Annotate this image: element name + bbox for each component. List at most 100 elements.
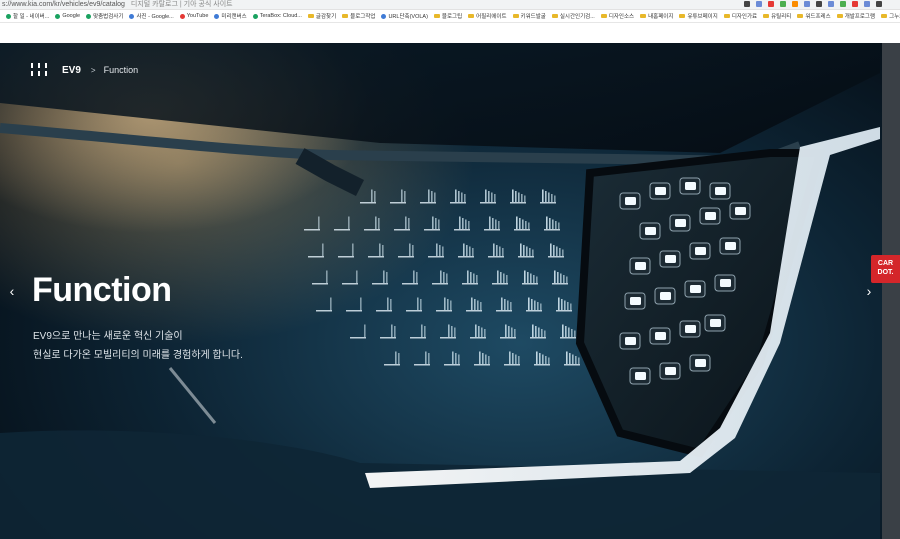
pixel-lamp-cell xyxy=(338,243,354,258)
extension-icon[interactable] xyxy=(804,1,810,7)
bookmark-item[interactable]: 유틸리티 xyxy=(763,12,791,20)
extension-icon[interactable] xyxy=(780,1,786,7)
bookmark-item[interactable]: 사진 - Google... xyxy=(129,12,174,20)
page-top-margin xyxy=(0,23,900,43)
bookmark-label: 개발프로그램 xyxy=(844,14,876,20)
pixel-lamp-cell xyxy=(436,297,452,312)
pixel-lamp-cell xyxy=(308,243,324,258)
folder-icon xyxy=(640,14,647,18)
hero-description: EV9으로 만나는 새로운 혁신 기술이 현실로 다가온 모빌리티의 미래를 경… xyxy=(33,327,243,365)
folder-icon xyxy=(797,14,804,18)
pixel-lamp-cell xyxy=(510,189,526,204)
bookmark-label: 어필리에이트 xyxy=(476,14,507,20)
extension-icon[interactable] xyxy=(876,1,882,7)
menu-grid-icon[interactable] xyxy=(30,63,48,77)
bookmark-label: 키워드발굴 xyxy=(520,14,546,20)
extension-icon[interactable] xyxy=(828,1,834,7)
url-value: s://www.kia.com/kr/vehicles/ev9/catalog xyxy=(2,1,125,8)
bookmark-item[interactable]: 디자인가료 xyxy=(723,12,757,20)
bookmark-item[interactable]: 맞춤법검사기 xyxy=(86,12,123,20)
bookmark-item[interactable]: 유튜브페이지 xyxy=(679,12,718,20)
bookmark-item[interactable]: 그누보드 xyxy=(881,12,900,20)
bookmark-label: 맞춤법검사기 xyxy=(93,14,124,20)
folder-icon xyxy=(512,14,519,18)
led-module xyxy=(714,274,736,292)
next-slide-arrow-icon[interactable]: › xyxy=(862,284,876,298)
pixel-lamp-cell xyxy=(394,216,410,231)
extension-icon[interactable] xyxy=(816,1,822,7)
pixel-lamp-cell xyxy=(414,351,430,366)
pixel-lamp-cell xyxy=(556,297,572,312)
bookmark-item[interactable]: URL단축(VOLA) xyxy=(381,12,428,20)
pixel-lamp-cell xyxy=(350,324,366,339)
extension-icon[interactable] xyxy=(852,1,858,7)
pixel-lamp-cell xyxy=(390,189,406,204)
led-module xyxy=(719,237,741,255)
bookmark-item[interactable]: 키워드발굴 xyxy=(512,12,546,20)
extension-icon[interactable] xyxy=(756,1,762,7)
pixel-lamp-cell xyxy=(420,189,436,204)
folder-icon xyxy=(679,14,686,18)
pixel-lamp-cell xyxy=(444,351,460,366)
bookmark-item[interactable]: 어필리에이트 xyxy=(468,12,507,20)
pixel-lamp-cell xyxy=(450,189,466,204)
pixel-lamp-cell xyxy=(424,216,440,231)
led-module xyxy=(659,362,681,380)
bookmark-item[interactable]: 할 일 - 네이버... xyxy=(6,12,49,20)
led-module xyxy=(639,222,661,240)
bookmark-label: YouTube xyxy=(186,13,209,19)
breadcrumb-current: Function xyxy=(103,65,139,75)
folder-icon xyxy=(433,14,440,18)
breadcrumb-model-link[interactable]: EV9 xyxy=(62,65,81,76)
extension-icon[interactable] xyxy=(792,1,798,7)
extension-toolbar xyxy=(744,0,882,7)
pixel-lamp-cell xyxy=(454,216,470,231)
pixel-lamp-cell xyxy=(518,243,534,258)
browser-address-bar[interactable]: s://www.kia.com/kr/vehicles/ev9/catalog … xyxy=(0,0,900,10)
bookmark-item[interactable]: 실시간인기검... xyxy=(551,12,595,20)
share-icon[interactable] xyxy=(744,1,750,7)
pixel-lamp-cell xyxy=(458,243,474,258)
bookmark-label: 워드프레스 xyxy=(805,14,831,20)
pixel-lamp-cell xyxy=(496,297,512,312)
led-module xyxy=(704,314,726,332)
led-module xyxy=(679,177,701,195)
pixel-lamp-cell xyxy=(364,216,380,231)
bookmark-item[interactable]: 미리캔버스 xyxy=(214,12,247,20)
cardot-badge[interactable]: CAR DOT. xyxy=(871,255,900,283)
bookmark-item[interactable]: 워드프레스 xyxy=(797,12,831,20)
pixel-lamp-cell xyxy=(526,297,542,312)
bookmark-item[interactable]: TeraBox: Cloud... xyxy=(252,13,302,19)
extension-icon[interactable] xyxy=(864,1,870,7)
pixel-lamp-cell xyxy=(548,243,564,258)
pixel-lamp-cell xyxy=(304,216,320,231)
pixel-lamp-cell xyxy=(488,243,504,258)
pixel-lamp-cell xyxy=(372,270,388,285)
site-icon xyxy=(129,13,135,19)
site-icon xyxy=(252,13,258,19)
bookmark-item[interactable]: Google xyxy=(55,13,80,19)
bookmark-item[interactable]: 개발프로그램 xyxy=(836,12,876,20)
bookmark-item[interactable]: 디자인소스 xyxy=(600,12,634,20)
bookmark-item[interactable]: 내홈페이지 xyxy=(640,12,673,20)
page-title: 디지털 카탈로그 | 기아 공식 사이트 xyxy=(130,1,233,8)
bookmark-item[interactable]: 블로그팁 xyxy=(433,12,462,20)
pixel-lamp-cell xyxy=(346,297,362,312)
url-text[interactable]: s://www.kia.com/kr/vehicles/ev9/catalog … xyxy=(2,0,233,9)
bookmark-item[interactable]: YouTube xyxy=(179,13,209,19)
extension-icon[interactable] xyxy=(840,1,846,7)
pixel-lamp-cell xyxy=(376,297,392,312)
bookmark-label: 내홈페이지 xyxy=(648,14,674,20)
pixel-lamp-cell xyxy=(492,270,508,285)
led-module xyxy=(654,287,676,305)
bookmark-label: 유틸리티 xyxy=(771,14,792,20)
bookmark-item[interactable]: 블로그작업 xyxy=(342,12,375,20)
folder-icon xyxy=(307,14,314,18)
pixel-lamp-cell xyxy=(428,243,444,258)
prev-slide-arrow-icon[interactable]: ‹ xyxy=(5,284,19,298)
bookmark-item[interactable]: 글감찾기 xyxy=(307,12,336,20)
pixel-lamp-cell xyxy=(466,297,482,312)
pixel-lamp-cell xyxy=(540,189,556,204)
extension-icon[interactable] xyxy=(768,1,774,7)
bookmark-label: 할 일 - 네이버... xyxy=(13,14,50,20)
